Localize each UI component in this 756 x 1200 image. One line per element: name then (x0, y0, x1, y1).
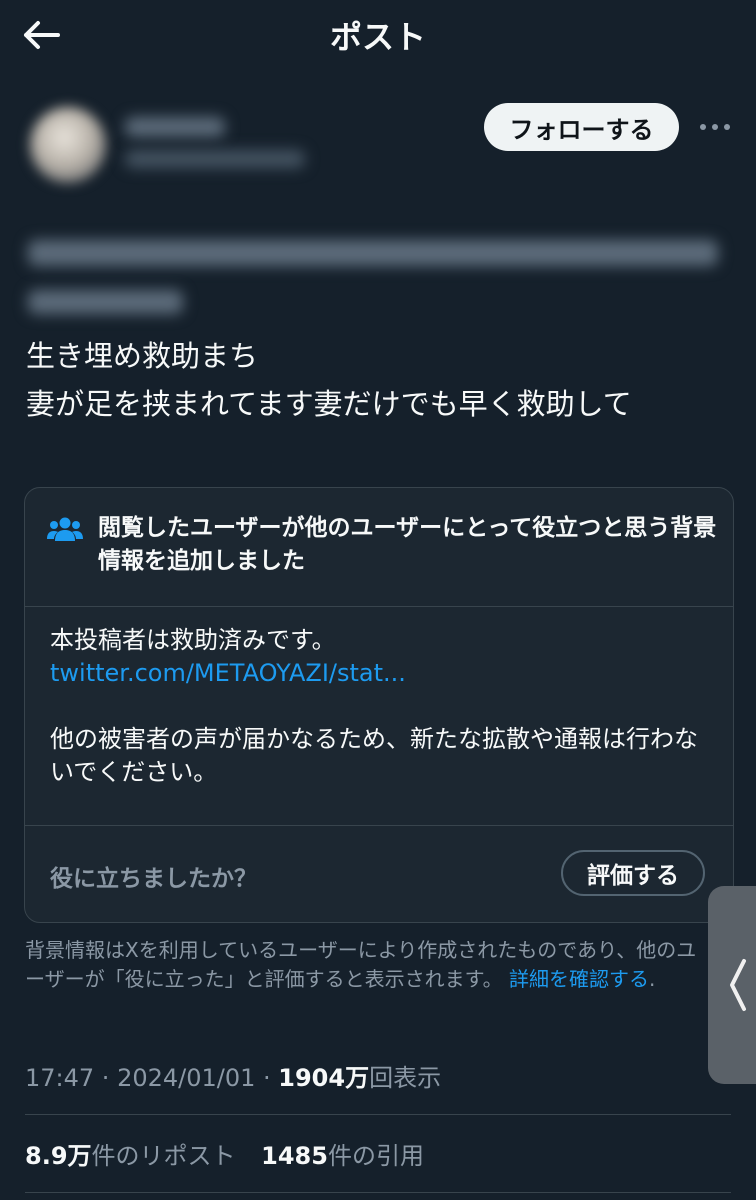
people-icon (47, 517, 83, 541)
meta-separator: · (94, 1064, 118, 1092)
post-line-2: 妻が足を挟まれてます妻だけでも早く救助して (26, 387, 632, 421)
blurred-line (28, 240, 718, 266)
disclaimer-period: . (648, 967, 656, 991)
post-text: 生き埋め救助まち 妻が足を挟まれてます妻だけでも早く救助して (26, 332, 736, 428)
post-stats: 8.9万件のリポスト 1485件の引用 (25, 1136, 442, 1171)
page-title: ポスト (329, 18, 426, 56)
chevron-left-icon (730, 959, 746, 1011)
note-header: 閲覧したユーザーが他のユーザーにとって役立つと思う背景情報を追加しました (25, 488, 733, 607)
note-body-line-1: 本投稿者は救助済みです。 (50, 626, 336, 654)
reposts-stat[interactable]: 8.9万件のリポスト (25, 1142, 236, 1170)
post-date[interactable]: 2024/01/01 (117, 1064, 255, 1092)
views-label: 回表示 (369, 1064, 442, 1092)
reposts-count: 8.9万 (25, 1142, 92, 1170)
views-count: 1904万 (278, 1064, 370, 1092)
quotes-label: 件の引用 (327, 1142, 424, 1170)
more-horizontal-icon (700, 124, 730, 130)
author-handle-blurred (125, 150, 305, 168)
community-note: 閲覧したユーザーが他のユーザーにとって役立つと思う背景情報を追加しました 本投稿… (24, 487, 734, 923)
divider (25, 1192, 731, 1193)
note-body-line-2: 他の被害者の声が届かなるため、新たな拡散や通報は行わないでください。 (50, 725, 698, 786)
more-button[interactable] (695, 111, 735, 143)
note-source-link[interactable]: twitter.com/METAOYAZI/stat... (50, 657, 710, 690)
post-text-blurred (0, 220, 756, 320)
author-row: フォローする (0, 95, 756, 195)
helpful-question: 役に立ちましたか？ (50, 866, 257, 892)
post-meta: 17:47 · 2024/01/01 · 1904万回表示 (25, 1058, 441, 1093)
learn-more-link[interactable]: 詳細を確認する (509, 967, 649, 991)
author-name-blurred (125, 117, 225, 137)
blurred-line (28, 290, 183, 314)
note-disclaimer: 背景情報はXを利用しているユーザーにより作成されたものであり、他のユーザーが「役… (25, 936, 705, 994)
reposts-label: 件のリポスト (91, 1142, 236, 1170)
quotes-stat[interactable]: 1485件の引用 (261, 1142, 424, 1170)
side-panel-tab[interactable] (708, 886, 756, 1084)
avatar[interactable] (30, 107, 106, 183)
meta-separator: · (255, 1064, 279, 1092)
quotes-count: 1485 (261, 1142, 328, 1170)
top-bar: ポスト (0, 0, 756, 70)
divider (25, 1114, 731, 1115)
post-line-1: 生き埋め救助まち (26, 339, 259, 373)
follow-button[interactable]: フォローする (484, 103, 679, 151)
post-time[interactable]: 17:47 (25, 1064, 94, 1092)
note-header-text: 閲覧したユーザーが他のユーザーにとって役立つと思う背景情報を追加しました (98, 515, 717, 574)
note-footer: 役に立ちましたか？ 評価する (25, 825, 733, 922)
note-body: 本投稿者は救助済みです。 twitter.com/METAOYAZI/stat.… (50, 624, 710, 789)
rate-button[interactable]: 評価する (561, 850, 705, 896)
